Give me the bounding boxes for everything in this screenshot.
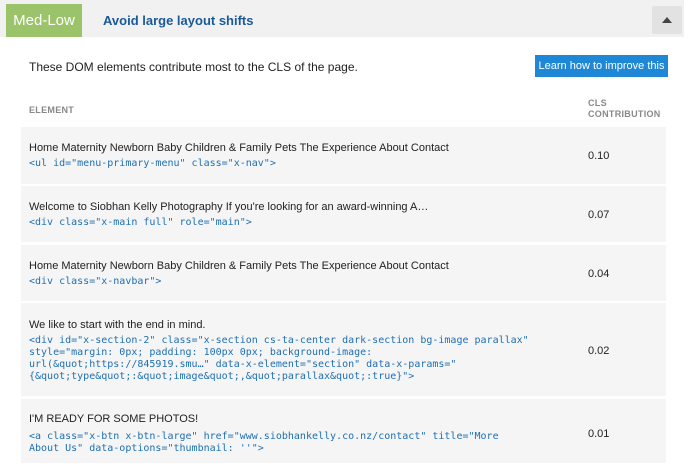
code-line: <div class="x-main full" role="main"> [29, 217, 252, 228]
column-header-element: ELEMENT [29, 105, 75, 115]
learn-more-button[interactable]: Learn how to improve this [535, 55, 668, 77]
code-line: <ul id="menu-primary-menu" class="x-nav"… [29, 158, 276, 169]
element-text: I'M READY FOR SOME PHOTOS! [29, 413, 199, 425]
severity-badge: Med-Low [6, 4, 82, 37]
table-row: Home Maternity Newborn Baby Children & F… [21, 245, 666, 301]
code-line: <a class="x-btn x-btn-large" href="www.s… [29, 431, 499, 442]
element-code: <ul id="menu-primary-menu" class="x-nav"… [29, 158, 276, 170]
code-line: <div class="x-navbar"> [29, 276, 162, 287]
element-code: <div class="x-navbar"> [29, 276, 161, 288]
element-text: Home Maternity Newborn Baby Children & F… [29, 142, 449, 154]
code-line: style="margin: 0px; padding: 100px 0px; … [29, 347, 373, 358]
table-row: Home Maternity Newborn Baby Children & F… [21, 127, 666, 184]
audit-title[interactable]: Avoid large layout shifts [103, 13, 254, 28]
code-line: url(&quot;https://845919.smu…" data-x-el… [29, 359, 457, 370]
element-text: We like to start with the end in mind. [29, 319, 206, 331]
table-row: We like to start with the end in mind. <… [21, 303, 666, 396]
column-header-cls-line1: CLS [588, 98, 607, 108]
element-text: Welcome to Siobhan Kelly Photography If … [29, 201, 429, 213]
code-line: <div id="x-section-2" class="x-section c… [29, 335, 529, 346]
audit-description: These DOM elements contribute most to th… [29, 60, 358, 74]
table-row: Welcome to Siobhan Kelly Photography If … [21, 186, 666, 242]
cls-value: 0.02 [588, 345, 610, 357]
code-line: {&quot;type&quot;:&quot;image&quot;,&quo… [29, 371, 415, 382]
chevron-up-icon [662, 17, 672, 23]
element-code: <div id="x-section-2" class="x-section c… [29, 335, 529, 383]
cls-value: 0.10 [588, 150, 610, 162]
collapse-button[interactable] [652, 6, 682, 34]
element-text: Home Maternity Newborn Baby Children & F… [29, 260, 449, 272]
audit-header[interactable]: Med-Low Avoid large layout shifts [0, 0, 684, 37]
cls-audit-panel: Med-Low Avoid large layout shifts These … [0, 0, 690, 469]
column-header-cls-line2: CONTRIBUTION [588, 109, 661, 119]
cls-value: 0.04 [588, 268, 610, 280]
element-code: <a class="x-btn x-btn-large" href="www.s… [29, 431, 499, 455]
cls-value: 0.01 [588, 428, 610, 440]
cls-value: 0.07 [588, 209, 610, 221]
element-code: <div class="x-main full" role="main"> [29, 217, 252, 229]
column-header-cls: CLS CONTRIBUTION [588, 98, 661, 120]
table-row: I'M READY FOR SOME PHOTOS! <a class="x-b… [21, 399, 666, 463]
code-line: About Us" data-options="thumbnail: ''"> [29, 443, 264, 454]
